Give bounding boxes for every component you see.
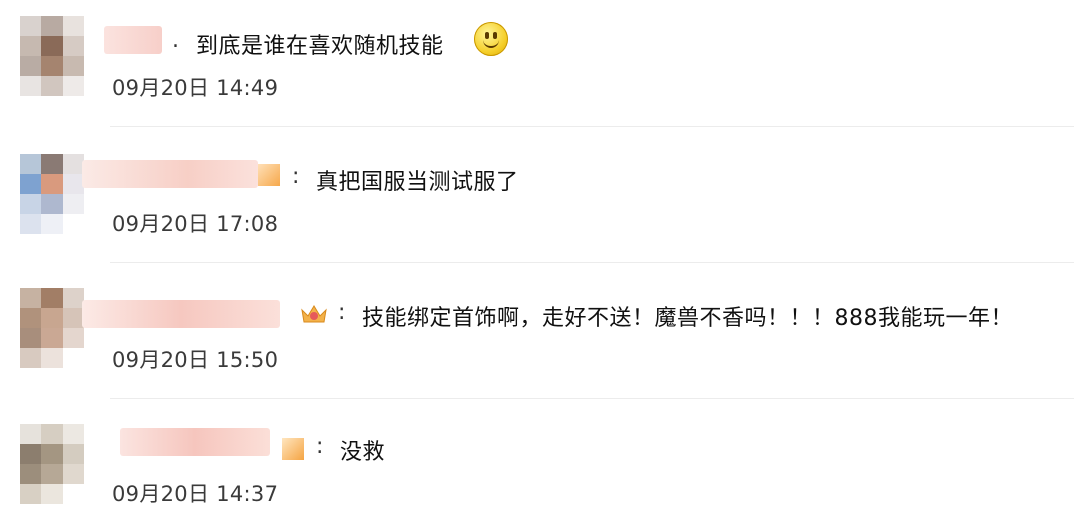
comment-text: 到底是谁在喜欢随机技能 [196, 34, 444, 59]
timestamp: 09月20日 17:08 [112, 212, 279, 236]
separator: . [172, 28, 179, 53]
comment-item: : 真把国服当测试服了 09月20日 17:08 [0, 134, 1080, 262]
divider [110, 126, 1074, 127]
avatar[interactable] [20, 154, 84, 234]
comment-item: . 到底是谁在喜欢随机技能 09月20日 14:49 [0, 0, 1080, 128]
comment-item: : 技能绑定首饰啊，走好不送！魔兽不香吗！！！888我能玩一年！ 09月20日 … [0, 270, 1080, 398]
timestamp: 09月20日 14:49 [112, 76, 279, 100]
smile-emoji-icon [474, 22, 508, 56]
avatar[interactable] [20, 16, 84, 96]
separator: : [292, 164, 300, 189]
separator: : [338, 300, 346, 325]
divider [110, 398, 1074, 399]
avatar[interactable] [20, 288, 84, 368]
comment-text: 没救 [340, 440, 386, 465]
divider [110, 262, 1074, 263]
comment-text: 技能绑定首饰啊，走好不送！魔兽不香吗！！！888我能玩一年！ [362, 306, 1013, 331]
timestamp: 09月20日 14:37 [112, 482, 279, 506]
username-blurred[interactable] [104, 26, 162, 54]
badge-icon [258, 164, 280, 186]
timestamp: 09月20日 15:50 [112, 348, 279, 372]
crown-icon [301, 305, 327, 323]
separator: : [316, 434, 324, 459]
avatar[interactable] [20, 424, 84, 504]
username-blurred[interactable] [82, 300, 280, 328]
comment-item: : 没救 09月20日 14:37 [0, 404, 1080, 532]
username-blurred[interactable] [82, 160, 258, 188]
comment-text: 真把国服当测试服了 [316, 170, 519, 195]
username-blurred[interactable] [120, 428, 270, 456]
badge-icon [282, 438, 304, 460]
